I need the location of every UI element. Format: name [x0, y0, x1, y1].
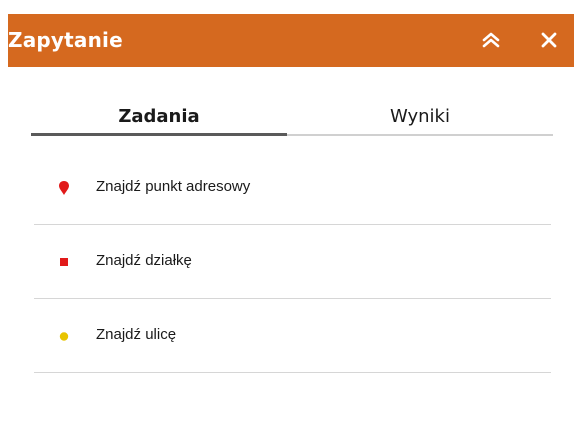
- close-icon: [541, 32, 557, 48]
- close-button[interactable]: [537, 28, 561, 52]
- circle-icon: [59, 332, 69, 341]
- task-item-address-point[interactable]: Znajdź punkt adresowy: [34, 151, 551, 225]
- task-item-street[interactable]: Znajdź ulicę: [34, 299, 551, 373]
- panel-header: Zapytanie: [8, 14, 574, 67]
- tab-results[interactable]: Wyniki: [287, 98, 553, 134]
- task-list: Znajdź punkt adresowy Znajdź działkę Zna…: [34, 151, 551, 373]
- map-pin-icon: [59, 181, 69, 195]
- task-label: Znajdź ulicę: [96, 326, 177, 343]
- query-panel: Zapytanie Zadania Wyniki Znajdź punkt ad…: [8, 14, 574, 423]
- double-chevron-up-icon: [482, 32, 500, 48]
- task-label: Znajdź punkt adresowy: [96, 178, 251, 195]
- collapse-button[interactable]: [479, 28, 503, 52]
- active-tab-indicator: [31, 133, 287, 136]
- tab-tasks[interactable]: Zadania: [31, 98, 287, 134]
- task-item-parcel[interactable]: Znajdź działkę: [34, 225, 551, 299]
- task-label: Znajdź działkę: [96, 252, 192, 269]
- panel-title: Zapytanie: [8, 28, 123, 52]
- square-icon: [60, 258, 68, 266]
- tab-bar: Zadania Wyniki: [31, 98, 553, 138]
